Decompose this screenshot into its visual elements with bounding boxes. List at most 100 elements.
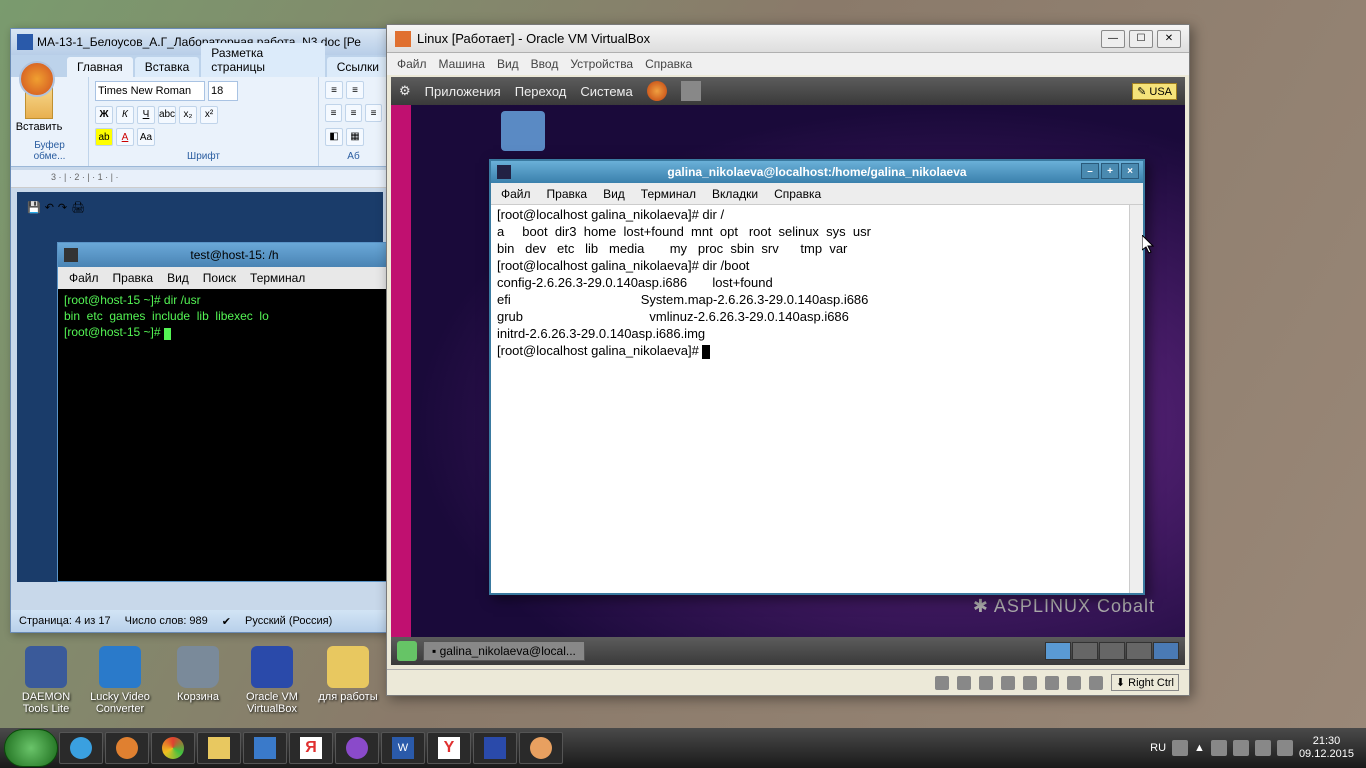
workspace-switcher[interactable]	[1045, 642, 1179, 660]
desktop-icon-trash[interactable]: Корзина	[164, 646, 232, 703]
tab-home[interactable]: Главная	[67, 57, 133, 77]
mouse-integration-icon[interactable]	[1089, 676, 1103, 690]
case-button[interactable]: Aa	[137, 128, 155, 146]
menu-terminal[interactable]: Терминал	[641, 187, 696, 201]
font-color-button[interactable]: A	[116, 128, 134, 146]
quick-access-toolbar[interactable]: 💾↶↷🖨	[27, 201, 85, 221]
bullets-button[interactable]: ≡	[325, 81, 343, 99]
close-button[interactable]: ✕	[1157, 30, 1181, 48]
desktop-icon-folder[interactable]: для работы	[314, 646, 382, 703]
tray-clock[interactable]: 21:30 09.12.2015	[1299, 735, 1354, 761]
desktop-icon-vbox[interactable]: Oracle VM VirtualBox	[238, 646, 306, 715]
menu-search[interactable]: Поиск	[198, 270, 241, 286]
desktop-folder-icon[interactable]	[501, 111, 545, 151]
network-icon[interactable]	[979, 676, 993, 690]
menu-help[interactable]: Справка	[774, 187, 821, 201]
tray-action-icon[interactable]	[1233, 740, 1249, 756]
tb-paint[interactable]	[519, 732, 563, 764]
vbox-menu-view[interactable]: Вид	[497, 57, 519, 71]
tb-ie[interactable]	[59, 732, 103, 764]
menu-tabs[interactable]: Вкладки	[712, 187, 758, 201]
tb-ybrowser[interactable]: Y	[427, 732, 471, 764]
tray-lang[interactable]: RU	[1150, 742, 1166, 754]
taskbar-terminal-button[interactable]: ▪ galina_nikolaeva@local...	[423, 641, 585, 661]
disk-icon[interactable]	[935, 676, 949, 690]
status-words[interactable]: Число слов: 989	[125, 615, 208, 627]
vbox-menu-devices[interactable]: Устройства	[570, 57, 633, 71]
system-menu[interactable]: Система	[580, 84, 632, 99]
guest-desktop[interactable]: ✱ ASPLINUX Cobalt galina_nikolaeva@local…	[391, 105, 1185, 637]
file-manager-icon[interactable]	[681, 81, 701, 101]
italic-button[interactable]: К	[116, 106, 134, 124]
tab-layout[interactable]: Разметка страницы	[201, 43, 324, 77]
vbox-menu-help[interactable]: Справка	[645, 57, 692, 71]
minimize-button[interactable]: —	[1101, 30, 1125, 48]
shading-button[interactable]: ◧	[325, 128, 343, 146]
bold-button[interactable]: Ж	[95, 106, 113, 124]
vbox-menu-file[interactable]: Файл	[397, 57, 427, 71]
workspace-4[interactable]	[1126, 642, 1152, 660]
trash-icon[interactable]	[1153, 642, 1179, 660]
tray-chevron-icon[interactable]: ▲	[1194, 742, 1205, 754]
tb-vbox[interactable]	[473, 732, 517, 764]
workspace-1[interactable]	[1045, 642, 1071, 660]
font-name-select[interactable]	[95, 81, 205, 101]
menu-edit[interactable]: Правка	[108, 270, 159, 286]
tb-media[interactable]	[105, 732, 149, 764]
font-size-select[interactable]	[208, 81, 238, 101]
tb-sound[interactable]	[243, 732, 287, 764]
vbox-menu-input[interactable]: Ввод	[531, 57, 559, 71]
gnome-terminal-output[interactable]: [root@localhost galina_nikolaeva]# dir /…	[491, 205, 1143, 593]
sub-button[interactable]: x₂	[179, 106, 197, 124]
highlight-button[interactable]: ab	[95, 128, 113, 146]
sup-button[interactable]: x²	[200, 106, 218, 124]
status-lang[interactable]: Русский (Россия)	[245, 615, 332, 627]
workspace-2[interactable]	[1072, 642, 1098, 660]
menu-edit[interactable]: Правка	[547, 187, 588, 201]
scrollbar[interactable]	[1129, 205, 1143, 593]
tb-chrome[interactable]	[151, 732, 195, 764]
recording-icon[interactable]	[1067, 676, 1081, 690]
terminal-small-titlebar[interactable]: test@host-15: /h	[58, 243, 391, 267]
terminal-small-output[interactable]: [root@host-15 ~]# dir /usr bin etc games…	[58, 289, 391, 345]
menu-file[interactable]: Файл	[64, 270, 104, 286]
tb-word[interactable]: W	[381, 732, 425, 764]
apps-menu[interactable]: Приложения	[425, 84, 501, 99]
vbox-menu-machine[interactable]: Машина	[439, 57, 485, 71]
tb-amigo[interactable]	[335, 732, 379, 764]
menu-file[interactable]: Файл	[501, 187, 531, 201]
shared-folder-icon[interactable]	[1023, 676, 1037, 690]
start-button[interactable]	[4, 729, 58, 767]
vbox-titlebar[interactable]: Linux [Работает] - Oracle VM VirtualBox …	[387, 25, 1189, 53]
align-left-button[interactable]: ≡	[325, 104, 342, 122]
menu-view[interactable]: Вид	[603, 187, 625, 201]
places-menu[interactable]: Переход	[515, 84, 567, 99]
host-key-label[interactable]: ⬇ Right Ctrl	[1111, 674, 1179, 691]
gnome-terminal-titlebar[interactable]: galina_nikolaeva@localhost:/home/galina_…	[491, 161, 1143, 183]
maximize-button[interactable]: ☐	[1129, 30, 1153, 48]
tray-volume-icon[interactable]	[1277, 740, 1293, 756]
tab-insert[interactable]: Вставка	[135, 57, 200, 77]
tray-network-icon[interactable]	[1255, 740, 1271, 756]
status-page[interactable]: Страница: 4 из 17	[19, 615, 111, 627]
strike-button[interactable]: abc	[158, 106, 176, 124]
underline-button[interactable]: Ч	[137, 106, 155, 124]
firefox-icon[interactable]	[647, 81, 667, 101]
word-titlebar[interactable]: МА-13-1_Белоусов_А.Г_Лабораторная работа…	[11, 29, 389, 55]
close-button[interactable]: ×	[1121, 163, 1139, 179]
tb-explorer[interactable]	[197, 732, 241, 764]
maximize-button[interactable]: +	[1101, 163, 1119, 179]
borders-button[interactable]: ▦	[346, 128, 364, 146]
desktop-icon-lucky[interactable]: Lucky Video Converter	[86, 646, 154, 715]
minimize-button[interactable]: –	[1081, 163, 1099, 179]
align-center-button[interactable]: ≡	[345, 104, 362, 122]
menu-terminal[interactable]: Терминал	[245, 270, 310, 286]
tb-yandex[interactable]: Я	[289, 732, 333, 764]
display-icon[interactable]	[1045, 676, 1059, 690]
menu-view[interactable]: Вид	[162, 270, 194, 286]
ruler[interactable]: 3 · | · 2 · | · 1 · | ·	[11, 170, 389, 188]
keyboard-layout-badge[interactable]: ✎ USA	[1132, 83, 1177, 100]
optical-icon[interactable]	[957, 676, 971, 690]
desktop-icon-daemon[interactable]: DAEMON Tools Lite	[12, 646, 80, 715]
tab-refs[interactable]: Ссылки	[327, 57, 389, 77]
